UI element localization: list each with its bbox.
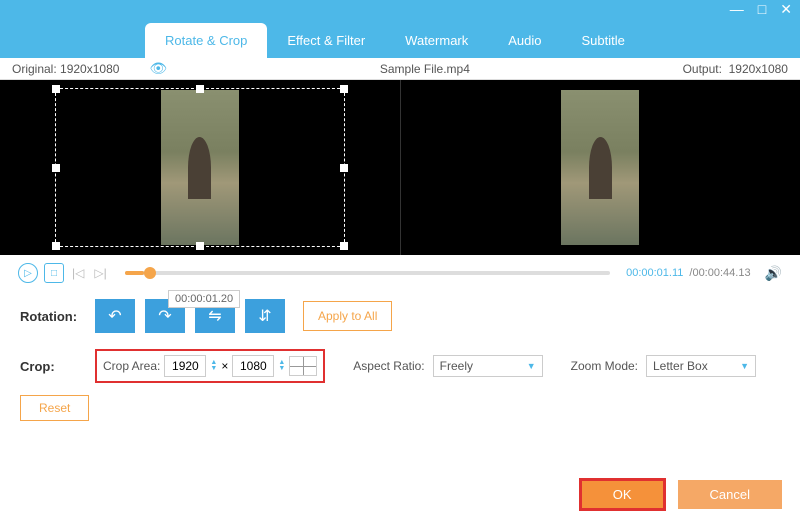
tab-bar: Rotate & Crop Effect & Filter Watermark … (0, 18, 800, 58)
crop-handle-br[interactable] (340, 242, 348, 250)
output-resolution: 1920x1080 (729, 62, 788, 76)
preview-area (0, 80, 800, 255)
aspect-ratio-value: Freely (440, 359, 473, 373)
chevron-down-icon: ▼ (740, 361, 749, 371)
playback-controls: ▷ □ |◁ ▷| 00:00:01.11 /00:00:44.13 🔊 (0, 255, 800, 291)
close-button[interactable]: ✕ (780, 1, 792, 18)
output-label: Output: (683, 62, 722, 76)
file-name: Sample File.mp4 (380, 62, 470, 76)
crop-handle-bl[interactable] (52, 242, 60, 250)
timeline-marker: 00:00:01.20 (168, 290, 240, 308)
play-button[interactable]: ▷ (18, 263, 38, 283)
tab-watermark[interactable]: Watermark (385, 23, 488, 58)
crop-section: Crop: Crop Area: ▲▼ × ▲▼ Aspect Ratio: F… (0, 341, 800, 391)
crop-area-label: Crop Area: (103, 359, 160, 373)
original-label: Original: (12, 62, 57, 76)
crop-handle-tm[interactable] (196, 85, 204, 93)
height-spinner[interactable]: ▲▼ (278, 360, 285, 372)
crop-area-highlight: Crop Area: ▲▼ × ▲▼ (95, 349, 325, 383)
titlebar: — □ ✕ (0, 0, 800, 18)
zoom-mode-select[interactable]: Letter Box ▼ (646, 355, 756, 377)
zoom-mode-label: Zoom Mode: (571, 359, 638, 373)
aspect-ratio-label: Aspect Ratio: (353, 359, 424, 373)
crop-handle-bm[interactable] (196, 242, 204, 250)
reset-button[interactable]: Reset (20, 395, 89, 421)
crop-handle-tr[interactable] (340, 85, 348, 93)
crop-handle-tl[interactable] (52, 85, 60, 93)
original-preview[interactable] (0, 80, 400, 255)
crop-handle-ml[interactable] (52, 164, 60, 172)
timeline-slider[interactable] (125, 271, 610, 275)
multiply-sign: × (221, 359, 228, 373)
rotation-section: Rotation: ↶ ↷ ⇋ ⇵ Apply to All (0, 291, 800, 341)
minimize-button[interactable]: — (730, 1, 744, 17)
eye-icon[interactable]: 👁 (149, 60, 167, 77)
original-resolution: 1920x1080 (60, 62, 119, 76)
maximize-button[interactable]: □ (758, 1, 766, 17)
stop-button[interactable]: □ (44, 263, 64, 283)
tab-audio[interactable]: Audio (488, 23, 561, 58)
aspect-ratio-select[interactable]: Freely ▼ (433, 355, 543, 377)
tab-rotate-crop[interactable]: Rotate & Crop (145, 23, 267, 58)
tab-effect-filter[interactable]: Effect & Filter (267, 23, 385, 58)
crop-height-input[interactable] (232, 355, 274, 377)
timeline-fill (125, 271, 144, 275)
flip-vertical-button[interactable]: ⇵ (245, 299, 285, 333)
cancel-button[interactable]: Cancel (678, 480, 782, 509)
crop-width-input[interactable] (164, 355, 206, 377)
zoom-mode-value: Letter Box (653, 359, 708, 373)
current-time: 00:00:01.11 (626, 267, 683, 279)
rotate-ccw-button[interactable]: ↶ (95, 299, 135, 333)
width-spinner[interactable]: ▲▼ (210, 360, 217, 372)
prev-frame-button[interactable]: |◁ (70, 266, 86, 280)
info-bar: Original: 1920x1080 👁 Sample File.mp4 Ou… (0, 58, 800, 80)
chevron-down-icon: ▼ (527, 361, 536, 371)
crop-position-tool[interactable] (289, 356, 317, 376)
rotation-label: Rotation: (20, 309, 85, 324)
timeline-knob[interactable] (144, 267, 156, 279)
crop-handle-mr[interactable] (340, 164, 348, 172)
crop-label: Crop: (20, 359, 85, 374)
footer-buttons: OK Cancel (581, 480, 782, 509)
total-time: /00:00:44.13 (689, 267, 750, 279)
speaker-icon[interactable]: 🔊 (765, 265, 782, 282)
apply-to-all-button[interactable]: Apply to All (303, 301, 392, 331)
crop-frame[interactable] (55, 88, 345, 247)
ok-button[interactable]: OK (581, 480, 664, 509)
video-thumbnail-right (561, 90, 639, 245)
next-frame-button[interactable]: ▷| (92, 266, 108, 280)
output-preview (400, 80, 800, 255)
tab-subtitle[interactable]: Subtitle (562, 23, 645, 58)
